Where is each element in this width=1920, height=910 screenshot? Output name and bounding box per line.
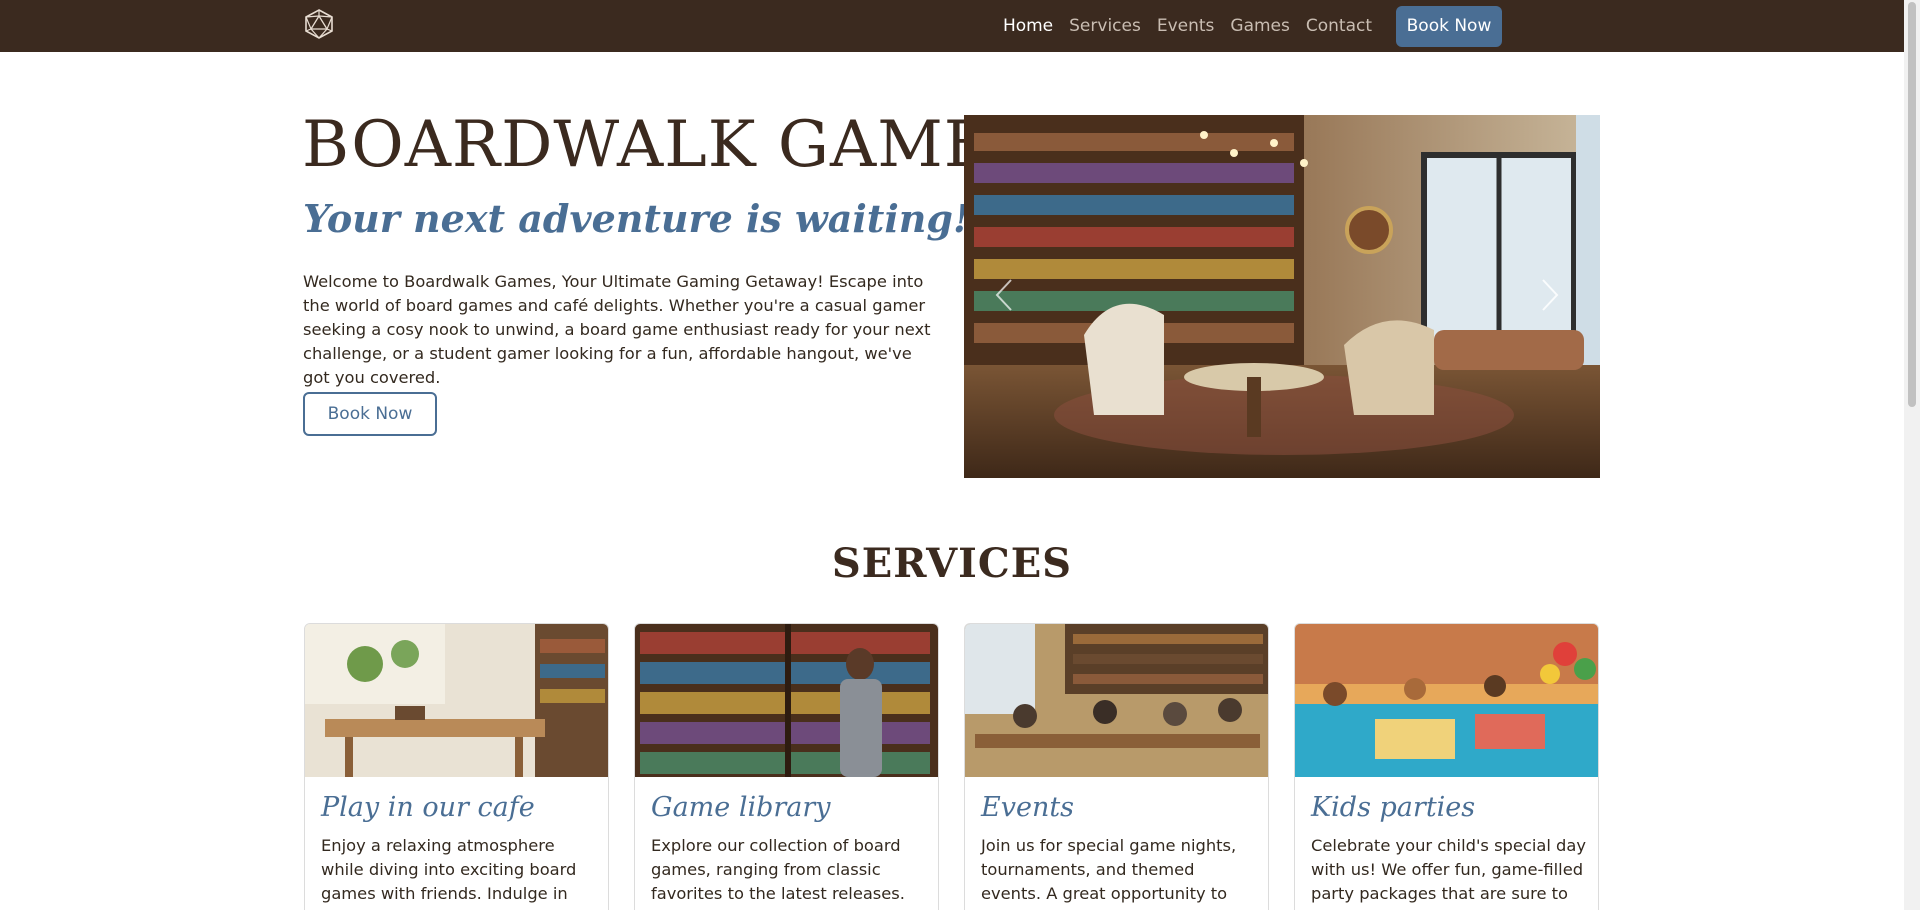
nav-link-games[interactable]: Games [1230, 16, 1289, 36]
navbar: Home Services Events Games Contact Book … [0, 0, 1904, 52]
d20-icon[interactable] [303, 8, 335, 40]
nav-links: Home Services Events Games Contact Book … [987, 0, 1502, 52]
nav-link-services[interactable]: Services [1069, 16, 1141, 36]
cafe-interior-image [964, 115, 1600, 478]
card-title: Play in our cafe [321, 792, 535, 823]
service-card-events[interactable]: Events Join us for special game nights, … [964, 623, 1269, 910]
kids-party-image [1295, 624, 1598, 777]
service-card-library[interactable]: Game library Explore our collection of b… [634, 623, 939, 910]
service-card-cafe[interactable]: Play in our cafe Enjoy a relaxing atmosp… [304, 623, 609, 910]
hero-subtitle: Your next adventure is waiting! [303, 196, 970, 241]
chevron-right-icon[interactable] [1530, 270, 1570, 320]
service-card-kids[interactable]: Kids parties Celebrate your child's spec… [1294, 623, 1599, 910]
cafe-tables-image [305, 624, 608, 777]
nav-link-home[interactable]: Home [1003, 16, 1053, 36]
chevron-left-icon[interactable] [984, 270, 1024, 320]
nav-book-now-button[interactable]: Book Now [1396, 5, 1502, 47]
hero-title: BOARDWALK GAMES [302, 108, 1037, 182]
chess-tournament-image [965, 624, 1268, 777]
hero-carousel [964, 115, 1600, 478]
hero-book-now-button[interactable]: Book Now [303, 392, 437, 436]
hero-description: Welcome to Boardwalk Games, Your Ultimat… [303, 272, 931, 387]
card-text: Enjoy a relaxing atmosphere while diving… [321, 836, 577, 910]
scrollbar-thumb[interactable] [1908, 2, 1916, 407]
services-heading: SERVICES [831, 540, 1073, 587]
card-title: Game library [651, 792, 831, 823]
card-title: Events [981, 792, 1075, 823]
game-shelves-image [635, 624, 938, 777]
card-text: Celebrate your child's special day with … [1311, 836, 1587, 903]
page-scrollbar[interactable] [1904, 0, 1920, 910]
card-text: Explore our collection of board games, r… [651, 836, 905, 910]
card-text: Join us for special game nights, tournam… [981, 836, 1237, 910]
nav-link-contact[interactable]: Contact [1306, 16, 1372, 36]
card-title: Kids parties [1311, 792, 1476, 823]
nav-link-events[interactable]: Events [1157, 16, 1215, 36]
